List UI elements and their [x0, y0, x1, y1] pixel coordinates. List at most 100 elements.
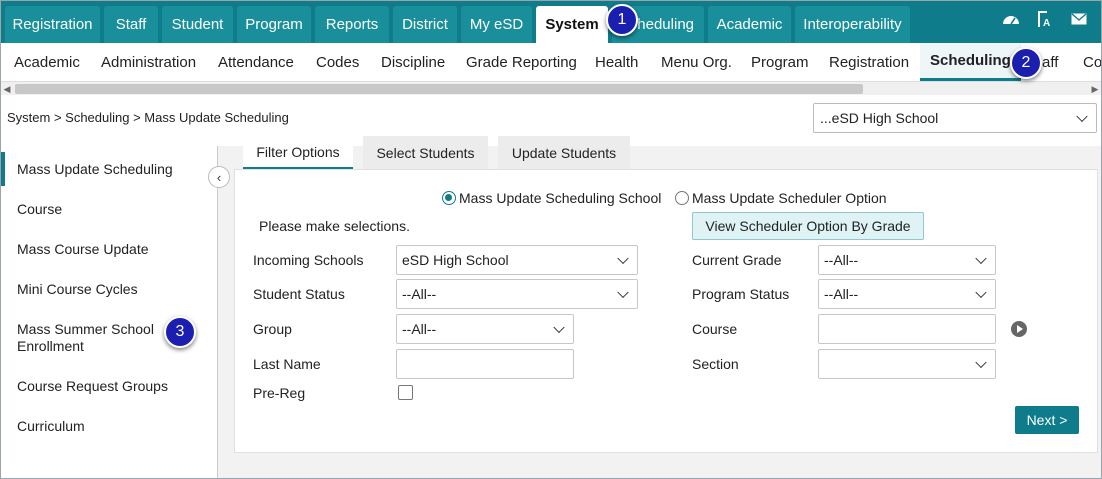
tab-select-students[interactable]: Select Students: [363, 136, 488, 169]
sub-tab-codes-overflow[interactable]: Co: [1083, 43, 1101, 81]
view-scheduler-option-button[interactable]: View Scheduler Option By Grade: [692, 212, 924, 240]
step-badge-3: 3: [164, 316, 196, 348]
sidebar-item-mass-course-update[interactable]: Mass Course Update: [1, 241, 211, 258]
top-nav: Registration Staff Student Program Repor…: [1, 1, 1101, 43]
sidebar-item-label: Mass Course Update: [17, 241, 149, 257]
top-tab-interoperability[interactable]: Interoperability: [795, 6, 910, 43]
radio-selected-icon: [442, 191, 456, 205]
section-label: Section: [692, 356, 739, 372]
pre-reg-checkbox[interactable]: [398, 385, 413, 400]
tab-filter-options[interactable]: Filter Options: [243, 136, 353, 169]
next-button[interactable]: Next >: [1015, 406, 1079, 434]
sub-tab-academic[interactable]: Academic: [14, 43, 80, 81]
breadcrumb: System > Scheduling > Mass Update Schedu…: [7, 110, 289, 125]
sub-tab-program[interactable]: Program: [751, 43, 809, 81]
scroll-right-icon[interactable]: ▶: [1089, 82, 1101, 96]
school-select-value: ...eSD High School: [820, 110, 939, 126]
sub-tab-codes[interactable]: Codes: [316, 43, 359, 81]
sub-tab-menu-org[interactable]: Menu Org.: [661, 43, 732, 81]
pre-reg-label: Pre-Reg: [253, 385, 306, 401]
top-tab-system[interactable]: System: [536, 6, 608, 43]
app-window: Registration Staff Student Program Repor…: [0, 0, 1102, 479]
sidebar-item-mini-course-cycles[interactable]: Mini Course Cycles: [1, 281, 211, 298]
chevron-down-icon: [975, 356, 987, 369]
sidebar-item-mass-summer-school-enrollment[interactable]: Mass Summer School Enrollment: [1, 321, 161, 355]
chevron-down-icon: [975, 286, 987, 299]
sub-tab-discipline[interactable]: Discipline: [381, 43, 445, 81]
sidebar-item-course[interactable]: Course: [1, 201, 211, 218]
chevron-down-icon: [617, 252, 629, 265]
mail-icon[interactable]: [1069, 9, 1089, 29]
tab-update-students[interactable]: Update Students: [498, 136, 630, 169]
program-status-value: --All--: [824, 286, 859, 302]
top-tab-student[interactable]: Student: [162, 6, 233, 43]
sub-tab-health[interactable]: Health: [595, 43, 638, 81]
group-value: --All--: [402, 321, 437, 337]
sidebar-item-label: Mini Course Cycles: [17, 281, 138, 297]
top-tab-academic[interactable]: Academic: [708, 6, 791, 43]
chevron-down-icon: [975, 252, 987, 265]
sidebar-item-label: Curriculum: [17, 418, 85, 434]
radio-label: Mass Update Scheduling School: [459, 190, 662, 206]
incoming-schools-value: eSD High School: [402, 252, 509, 268]
scrollbar-thumb[interactable]: [15, 84, 863, 94]
radio-scheduler-option[interactable]: Mass Update Scheduler Option: [675, 190, 887, 206]
section-select[interactable]: [818, 349, 996, 379]
top-tab-program[interactable]: Program: [237, 6, 311, 43]
step-badge-2: 2: [1010, 47, 1042, 79]
chevron-left-icon: ‹: [216, 169, 222, 185]
sidebar-item-label: Mass Update Scheduling: [17, 160, 173, 177]
sub-tab-attendance[interactable]: Attendance: [218, 43, 294, 81]
top-tab-staff[interactable]: Staff: [104, 6, 158, 43]
instructions-text: Please make selections.: [259, 218, 410, 234]
sub-nav-scrollbar[interactable]: ◀ ▶: [1, 81, 1101, 95]
svg-text:A: A: [1043, 18, 1050, 28]
student-status-label: Student Status: [253, 286, 345, 302]
step-badge-1: 1: [606, 4, 638, 36]
last-name-input[interactable]: [396, 349, 574, 379]
chevron-down-icon: [553, 321, 565, 334]
dashboard-icon[interactable]: [1001, 9, 1021, 29]
sub-tab-grade-reporting[interactable]: Grade Reporting: [466, 43, 577, 81]
student-status-select[interactable]: --All--: [396, 279, 638, 309]
top-tab-reports[interactable]: Reports: [315, 6, 389, 43]
last-name-label: Last Name: [253, 356, 321, 372]
collapse-sidebar-button[interactable]: ‹: [208, 166, 230, 188]
student-status-value: --All--: [402, 286, 437, 302]
group-label: Group: [253, 321, 292, 337]
top-tab-registration[interactable]: Registration: [5, 6, 100, 43]
top-tab-district[interactable]: District: [393, 6, 457, 43]
incoming-schools-label: Incoming Schools: [253, 252, 364, 268]
sub-tab-administration[interactable]: Administration: [101, 43, 196, 81]
filter-panel: [234, 169, 1098, 453]
current-grade-value: --All--: [824, 252, 859, 268]
top-tab-my-esd[interactable]: My eSD: [461, 6, 532, 43]
radio-label: Mass Update Scheduler Option: [692, 190, 887, 206]
radio-unselected-icon: [675, 191, 689, 205]
sidebar-item-mass-update-scheduling[interactable]: Mass Update Scheduling: [1, 152, 211, 186]
play-icon[interactable]: [1011, 321, 1027, 337]
program-status-label: Program Status: [692, 286, 790, 302]
radio-mass-update-school[interactable]: Mass Update Scheduling School: [442, 190, 661, 206]
current-grade-select[interactable]: --All--: [818, 245, 996, 275]
sidebar-item-label: Mass Summer School Enrollment: [17, 321, 154, 354]
sidebar-item-label: Course Request Groups: [17, 378, 168, 394]
sub-tab-staff[interactable]: aff: [1042, 43, 1058, 81]
current-grade-label: Current Grade: [692, 252, 782, 268]
scroll-left-icon[interactable]: ◀: [1, 82, 13, 96]
sidebar-item-label: Course: [17, 201, 63, 217]
sub-tab-registration[interactable]: Registration: [829, 43, 909, 81]
sub-nav: Academic Administration Attendance Codes…: [1, 43, 1101, 81]
sub-tab-scheduling[interactable]: Scheduling: [920, 43, 1021, 81]
font-icon[interactable]: A: [1035, 9, 1055, 29]
chevron-down-icon: [1076, 110, 1088, 123]
group-select[interactable]: --All--: [396, 314, 574, 344]
program-status-select[interactable]: --All--: [818, 279, 996, 309]
course-label: Course: [692, 321, 738, 337]
incoming-schools-select[interactable]: eSD High School: [396, 245, 638, 275]
sidebar-item-curriculum[interactable]: Curriculum: [1, 418, 211, 435]
sidebar-item-course-request-groups[interactable]: Course Request Groups: [1, 378, 211, 395]
school-select[interactable]: ...eSD High School: [813, 103, 1097, 133]
course-input[interactable]: [818, 314, 996, 344]
sidebar: Mass Update Scheduling Course Mass Cours…: [1, 146, 218, 478]
